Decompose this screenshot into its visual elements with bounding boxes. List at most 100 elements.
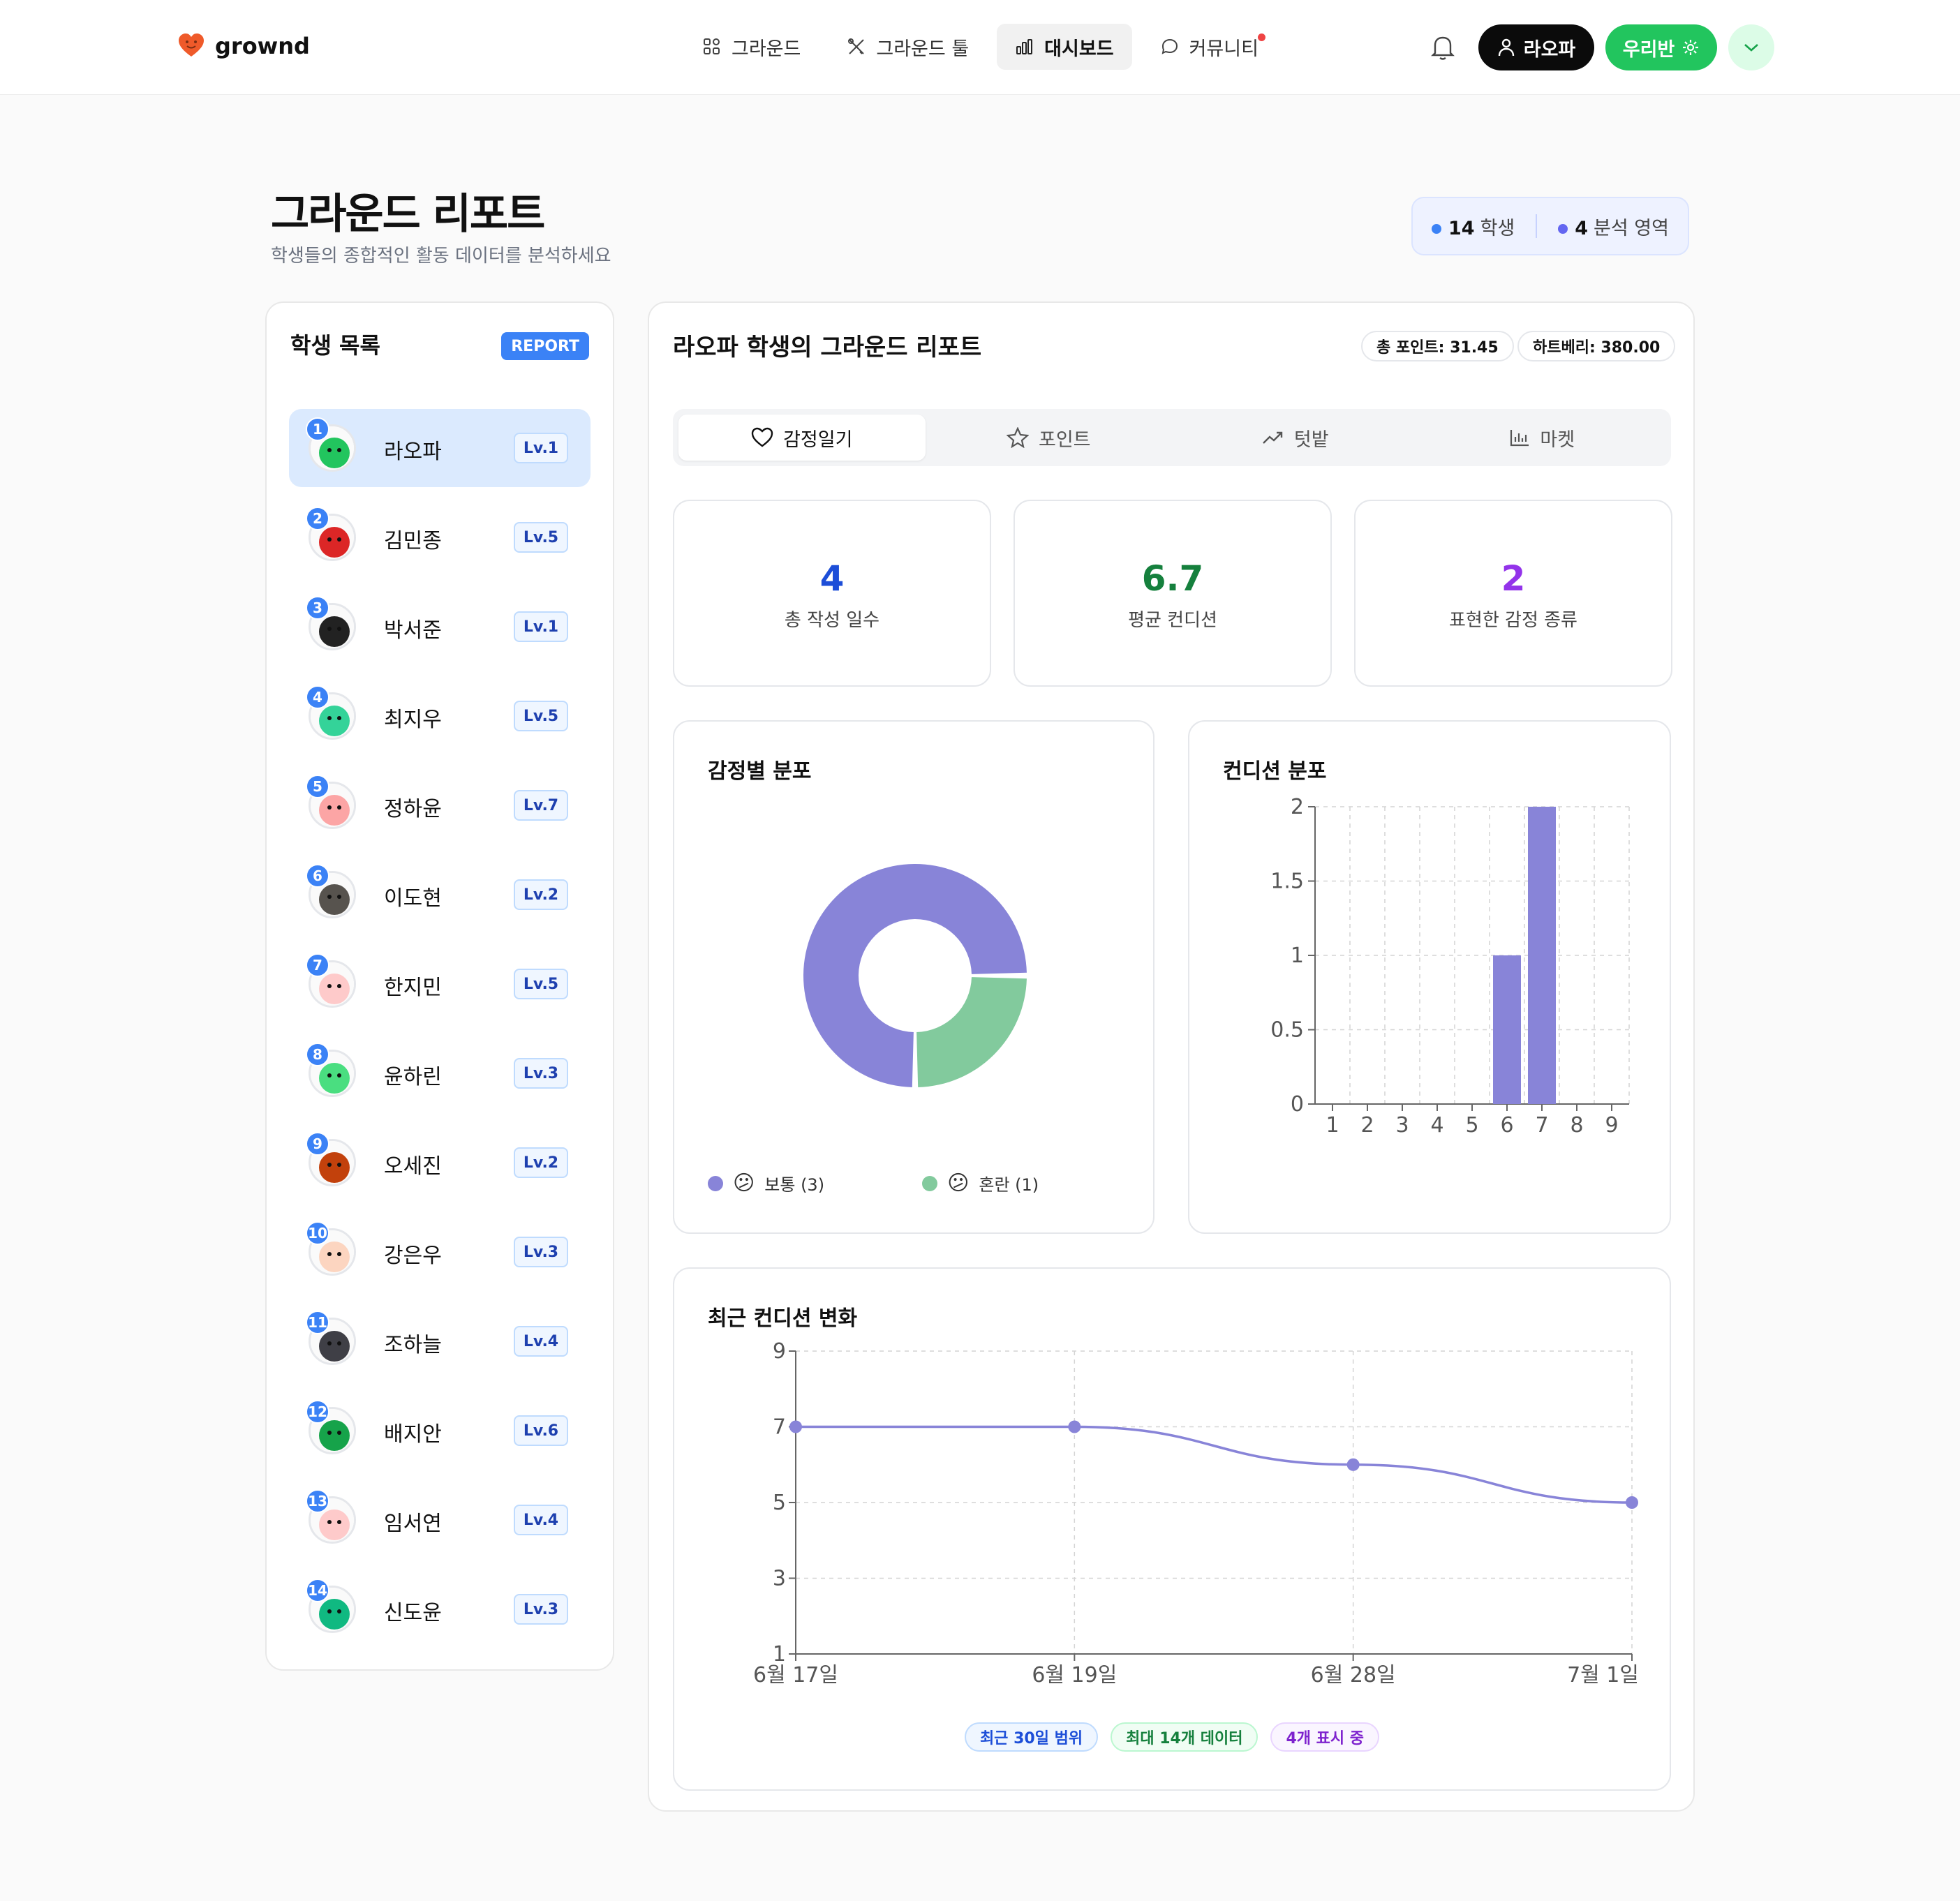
info-chip: 최대 14개 데이터 — [1111, 1722, 1259, 1752]
level-badge: Lv.5 — [514, 522, 568, 553]
student-number-badge: 6 — [306, 864, 329, 888]
y-tick-label: 2 — [1291, 795, 1304, 819]
blue-dot — [1431, 224, 1441, 234]
condition-line-chart: 135796월 17일 6월 19일 6월 28일 7월 1일 — [753, 1339, 1639, 1687]
level-badge: Lv.4 — [514, 1505, 568, 1535]
data-point — [1068, 1420, 1081, 1433]
y-tick-label: 1 — [1291, 944, 1304, 968]
report-badge: REPORT — [501, 332, 589, 360]
student-number-badge: 5 — [306, 775, 329, 798]
logo[interactable]: grownd — [177, 32, 310, 60]
y-tick-label: 5 — [773, 1491, 786, 1515]
legend-item-confused: 😕 혼란 (1) — [922, 1171, 1039, 1195]
bar-chart-icon — [1510, 430, 1529, 447]
tab-market-label: 마켓 — [1540, 428, 1575, 451]
student-item[interactable]: 4 최지우 Lv.5 — [289, 677, 591, 755]
heart-icon — [751, 427, 773, 447]
student-name: 신도윤 — [384, 1601, 442, 1625]
nav-dashboard[interactable]: 대시보드 — [997, 24, 1132, 70]
total-points-pill: 총 포인트: 31.45 — [1361, 331, 1514, 361]
report-panel: 라오파 학생의 그라운드 리포트 총 포인트: 31.45 하트베리: 380.… — [648, 301, 1695, 1812]
student-item[interactable]: 10 강은우 Lv.3 — [289, 1213, 591, 1291]
student-number-badge: 12 — [306, 1400, 329, 1424]
student-number-badge: 9 — [306, 1132, 329, 1156]
student-item[interactable]: 1 라오파 Lv.1 — [289, 409, 591, 487]
student-item[interactable]: 2 김민종 Lv.5 — [289, 498, 591, 576]
class-label: 우리반 — [1622, 38, 1675, 61]
student-number-badge: 11 — [306, 1311, 329, 1334]
student-item[interactable]: 8 윤하린 Lv.3 — [289, 1034, 591, 1112]
student-item[interactable]: 12 배지안 Lv.6 — [289, 1392, 591, 1470]
logo-text: grownd — [215, 33, 310, 59]
student-item[interactable]: 13 임서연 Lv.4 — [289, 1481, 591, 1559]
user-icon — [1498, 38, 1514, 57]
level-badge: Lv.3 — [514, 1058, 568, 1089]
nav-ground-tool[interactable]: 그라운드 툴 — [829, 24, 987, 70]
student-item[interactable]: 3 박서준 Lv.1 — [289, 588, 591, 666]
notification-dot — [1257, 33, 1265, 41]
level-badge: Lv.3 — [514, 1237, 568, 1267]
student-item[interactable]: 7 한지민 Lv.5 — [289, 945, 591, 1023]
student-number-badge: 3 — [306, 596, 329, 620]
areas-unit: 분석 영역 — [1594, 217, 1669, 239]
nav-ground[interactable]: 그라운드 — [684, 24, 819, 70]
student-item[interactable]: 6 이도현 Lv.2 — [289, 856, 591, 934]
legend-swatch — [708, 1175, 723, 1191]
class-settings-button[interactable]: 우리반 — [1605, 24, 1717, 70]
level-badge: Lv.2 — [514, 879, 568, 910]
x-tick-label: 7월 1일 — [1567, 1663, 1639, 1687]
tab-points[interactable]: 포인트 — [926, 415, 1173, 461]
student-name: 이도현 — [384, 886, 442, 911]
dropdown-toggle[interactable] — [1728, 24, 1774, 70]
stat-label: 평균 컨디션 — [1128, 610, 1217, 631]
level-badge: Lv.1 — [514, 433, 568, 463]
user-profile-button[interactable]: 라오파 — [1478, 24, 1594, 70]
student-number-badge: 10 — [306, 1221, 329, 1245]
data-point — [1626, 1496, 1638, 1509]
x-tick-label: 8 — [1570, 1113, 1583, 1138]
y-tick-label: 7 — [773, 1415, 786, 1440]
student-list-title: 학생 목록 — [290, 332, 380, 359]
condition-distribution-card: 컨디션 분포 0 0.5 1 1.5 2 1 2 3 4 5 6 7 8 9 — [1188, 720, 1671, 1234]
bell-icon[interactable] — [1430, 33, 1456, 61]
user-name-label: 라오파 — [1523, 38, 1576, 61]
tab-emotion-diary[interactable]: 감정일기 — [678, 415, 926, 461]
stat-value: 4 — [819, 558, 845, 599]
student-name: 최지우 — [384, 708, 442, 732]
nav-community[interactable]: 커뮤니티 — [1142, 24, 1277, 70]
student-item[interactable]: 5 정하윤 Lv.7 — [289, 766, 591, 844]
x-tick-label: 4 — [1430, 1113, 1443, 1138]
legend-item-normal: 😕 보통 (3) — [708, 1171, 824, 1195]
student-number-badge: 14 — [306, 1579, 329, 1602]
nav-ground-tool-label: 그라운드 툴 — [876, 38, 970, 60]
student-name: 박서준 — [384, 618, 442, 643]
legend-label: 보통 (3) — [764, 1175, 825, 1195]
nav-ground-label: 그라운드 — [732, 38, 801, 60]
student-number-badge: 7 — [306, 953, 329, 977]
areas-count: 4 — [1575, 217, 1589, 239]
legend-swatch — [922, 1175, 938, 1191]
student-item[interactable]: 9 오세진 Lv.2 — [289, 1124, 591, 1202]
emotion-donut-chart — [803, 864, 1027, 1087]
student-name: 오세진 — [384, 1154, 442, 1179]
heartberry-pill: 하트베리: 380.00 — [1517, 331, 1676, 361]
y-tick-label: 0.5 — [1270, 1018, 1304, 1043]
trending-up-icon — [1263, 431, 1283, 444]
info-chip: 최근 30일 범위 — [964, 1722, 1099, 1752]
student-list-panel: 학생 목록 REPORT 1 라오파 Lv.1 2 김민종 Lv.5 3 박서준 Lv.1 4 최지… — [265, 301, 614, 1671]
series-line — [796, 1425, 1633, 1504]
chart-info-chips: 최근 30일 범위 최대 14개 데이터 4개 표시 중 — [674, 1722, 1670, 1752]
tab-market[interactable]: 마켓 — [1419, 415, 1666, 461]
level-badge: Lv.5 — [514, 701, 568, 731]
students-count: 14 — [1448, 217, 1475, 239]
student-item[interactable]: 14 신도윤 Lv.3 — [289, 1570, 591, 1648]
student-name: 배지안 — [384, 1422, 442, 1447]
summary-pill: 14 학생 4 분석 영역 — [1411, 197, 1689, 255]
level-badge: Lv.3 — [514, 1594, 568, 1625]
student-name: 강은우 — [384, 1244, 442, 1268]
student-item[interactable]: 11 조하늘 Lv.4 — [289, 1302, 591, 1380]
tab-garden[interactable]: 텃밭 — [1172, 415, 1419, 461]
y-tick-label: 0 — [1291, 1092, 1304, 1117]
student-number-badge: 13 — [306, 1489, 329, 1513]
confused-face-icon: 😕 — [733, 1171, 755, 1195]
